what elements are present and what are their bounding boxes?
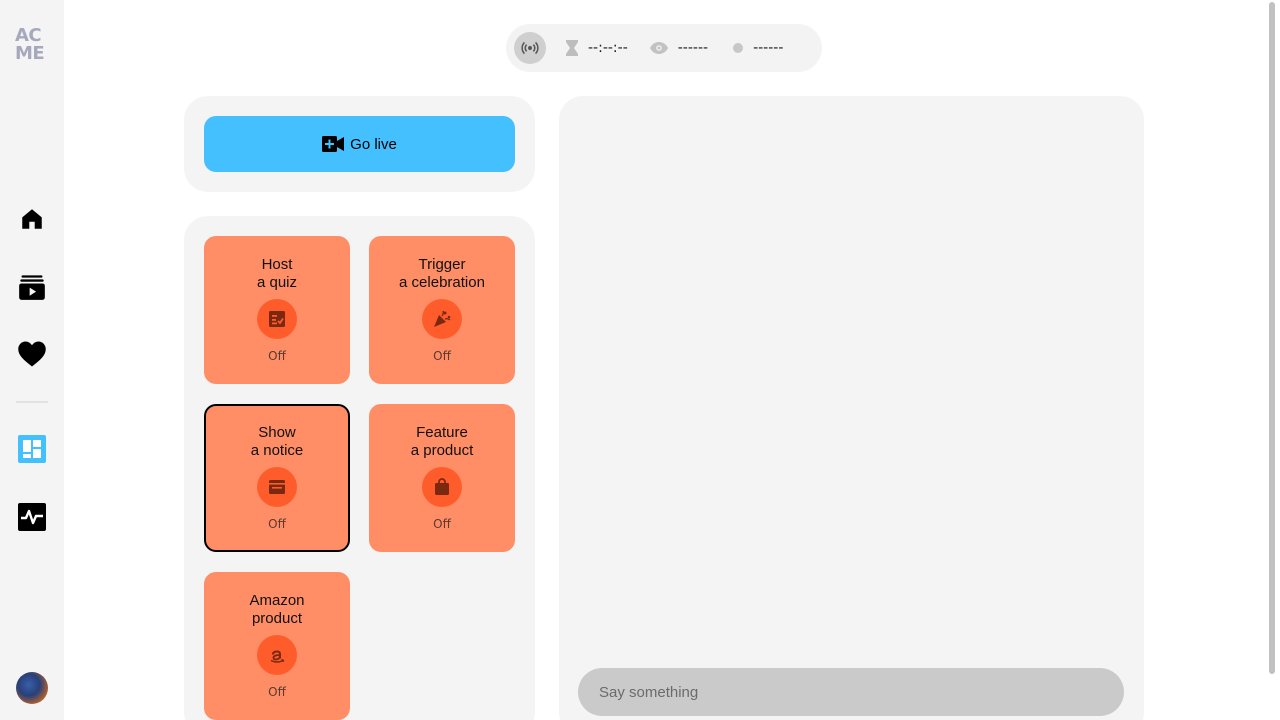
status-dot-icon — [733, 43, 744, 53]
card-title: Show a notice — [250, 424, 304, 459]
video-library-icon — [19, 275, 45, 300]
sidebar: AC ME — [0, 0, 64, 720]
broadcast-toggle[interactable] — [514, 32, 546, 64]
notice-icon — [257, 467, 297, 507]
viewers-value: ------ — [677, 40, 709, 56]
video-add-icon — [322, 136, 345, 152]
interactive-features-panel: Host a quiz Off Trigger a celebration Off … — [184, 216, 535, 720]
celebration-icon — [422, 299, 462, 339]
sidebar-item-dashboard[interactable] — [16, 433, 48, 465]
sidebar-item-home[interactable] — [16, 203, 48, 235]
feature-card-amazon[interactable]: Amazon product Off — [204, 572, 350, 720]
eye-icon — [649, 42, 668, 54]
stream-status-bar: --:--:-- ------ ------ — [506, 24, 822, 72]
chat-input[interactable] — [578, 668, 1124, 716]
activity-icon — [18, 503, 46, 531]
stream-timer: --:--:-- — [566, 40, 628, 56]
feature-card-quiz[interactable]: Host a quiz Off — [204, 236, 350, 384]
stream-state: ------ — [733, 40, 783, 56]
quiz-icon — [257, 299, 297, 339]
card-status: Off — [433, 517, 451, 531]
dashboard-icon — [18, 435, 46, 463]
chat-panel — [559, 96, 1144, 720]
card-title: Host a quiz — [256, 256, 298, 291]
user-avatar[interactable] — [16, 672, 48, 704]
heart-icon — [18, 341, 46, 367]
acme-logo[interactable]: AC ME — [15, 27, 49, 63]
sidebar-item-videos[interactable] — [16, 271, 48, 303]
viewer-count: ------ — [649, 40, 709, 56]
card-status: Off — [268, 685, 286, 699]
go-live-label: Go live — [350, 135, 397, 153]
card-title: Feature a product — [410, 424, 474, 459]
home-icon — [22, 209, 42, 229]
card-status: Off — [268, 349, 286, 363]
sidebar-item-favorites[interactable] — [16, 338, 48, 370]
sidebar-divider — [16, 401, 48, 403]
go-live-button[interactable]: Go live — [204, 116, 515, 172]
go-live-panel: Go live — [184, 96, 535, 192]
broadcast-icon — [521, 41, 539, 55]
card-status: Off — [268, 517, 286, 531]
feature-card-product[interactable]: Feature a product Off — [369, 404, 515, 552]
timer-value: --:--:-- — [588, 40, 628, 56]
card-status: Off — [433, 349, 451, 363]
card-title: Amazon product — [249, 592, 305, 627]
card-title: Trigger a celebration — [399, 256, 485, 291]
state-value: ------ — [753, 40, 784, 56]
hourglass-icon — [566, 40, 578, 56]
shopping-bag-icon — [422, 467, 462, 507]
logo-line-2: ME — [15, 43, 45, 64]
amazon-icon — [257, 635, 297, 675]
page-scrollbar[interactable] — [1269, 2, 1275, 674]
sidebar-item-activity[interactable] — [16, 501, 48, 533]
feature-card-notice[interactable]: Show a notice Off — [204, 404, 350, 552]
feature-card-celebration[interactable]: Trigger a celebration Off — [369, 236, 515, 384]
